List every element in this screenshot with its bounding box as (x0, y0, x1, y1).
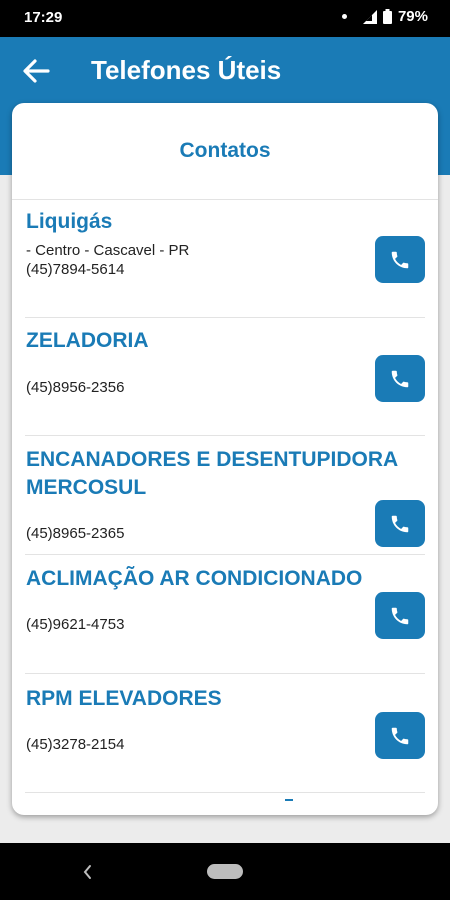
chevron-left-icon (83, 865, 91, 879)
phone-icon (391, 251, 409, 268)
card-header: Contatos (12, 103, 438, 200)
contact-item: ENCANADORES E DESENTUPIDORA MERCOSUL (45… (25, 436, 425, 555)
contact-phone: (45)7894-5614 (26, 261, 125, 278)
battery-icon (382, 9, 392, 24)
contact-item: Liquigás - Centro - Cascavel - PR (45)78… (25, 200, 425, 318)
contact-name: ZELADORIA (26, 329, 149, 352)
phone-icon (391, 727, 409, 744)
contact-phone: (45)8965-2365 (26, 525, 125, 542)
call-button[interactable] (375, 355, 425, 402)
phone-icon (391, 370, 409, 387)
battery-level: 79% (397, 8, 428, 25)
contact-name: ACLIMAÇÃO AR CONDICIONADO (26, 567, 363, 590)
system-nav-bar (0, 843, 450, 900)
call-button[interactable] (375, 236, 425, 283)
back-button[interactable] (20, 55, 52, 87)
card-title: Contatos (179, 139, 271, 162)
signal-icon (362, 9, 377, 24)
contact-phone: (45)8956-2356 (26, 379, 125, 396)
scroll-more-indicator (285, 799, 293, 801)
contact-name: Liquigás (26, 210, 113, 233)
contact-name: RPM ELEVADORES (26, 687, 222, 710)
contact-item: ACLIMAÇÃO AR CONDICIONADO (45)9621-4753 (25, 555, 425, 674)
status-time: 17:29 (24, 9, 63, 26)
nav-back-button[interactable] (80, 862, 96, 882)
contacts-card: Contatos Liquigás - Centro - Cascavel - … (12, 103, 438, 815)
contact-item: RPM ELEVADORES (45)3278-2154 (25, 674, 425, 793)
nav-home-pill[interactable] (207, 864, 243, 879)
contact-phone: (45)3278-2154 (26, 736, 125, 753)
phone-icon (391, 607, 409, 624)
status-icons: 79% (341, 8, 428, 25)
status-bar: 17:29 79% (0, 0, 450, 37)
contact-phone: (45)9621-4753 (26, 616, 125, 633)
call-button[interactable] (375, 592, 425, 639)
contact-name: ENCANADORES E DESENTUPIDORA MERCOSUL (26, 448, 398, 499)
contact-item: ZELADORIA (45)8956-2356 (25, 318, 425, 436)
page-title: Telefones Úteis (91, 55, 282, 85)
arrow-left-icon (23, 59, 50, 83)
contact-address: - Centro - Cascavel - PR (26, 242, 190, 259)
call-button[interactable] (375, 712, 425, 759)
notification-dot-icon (341, 14, 347, 19)
call-button[interactable] (375, 500, 425, 547)
phone-icon (391, 515, 409, 532)
